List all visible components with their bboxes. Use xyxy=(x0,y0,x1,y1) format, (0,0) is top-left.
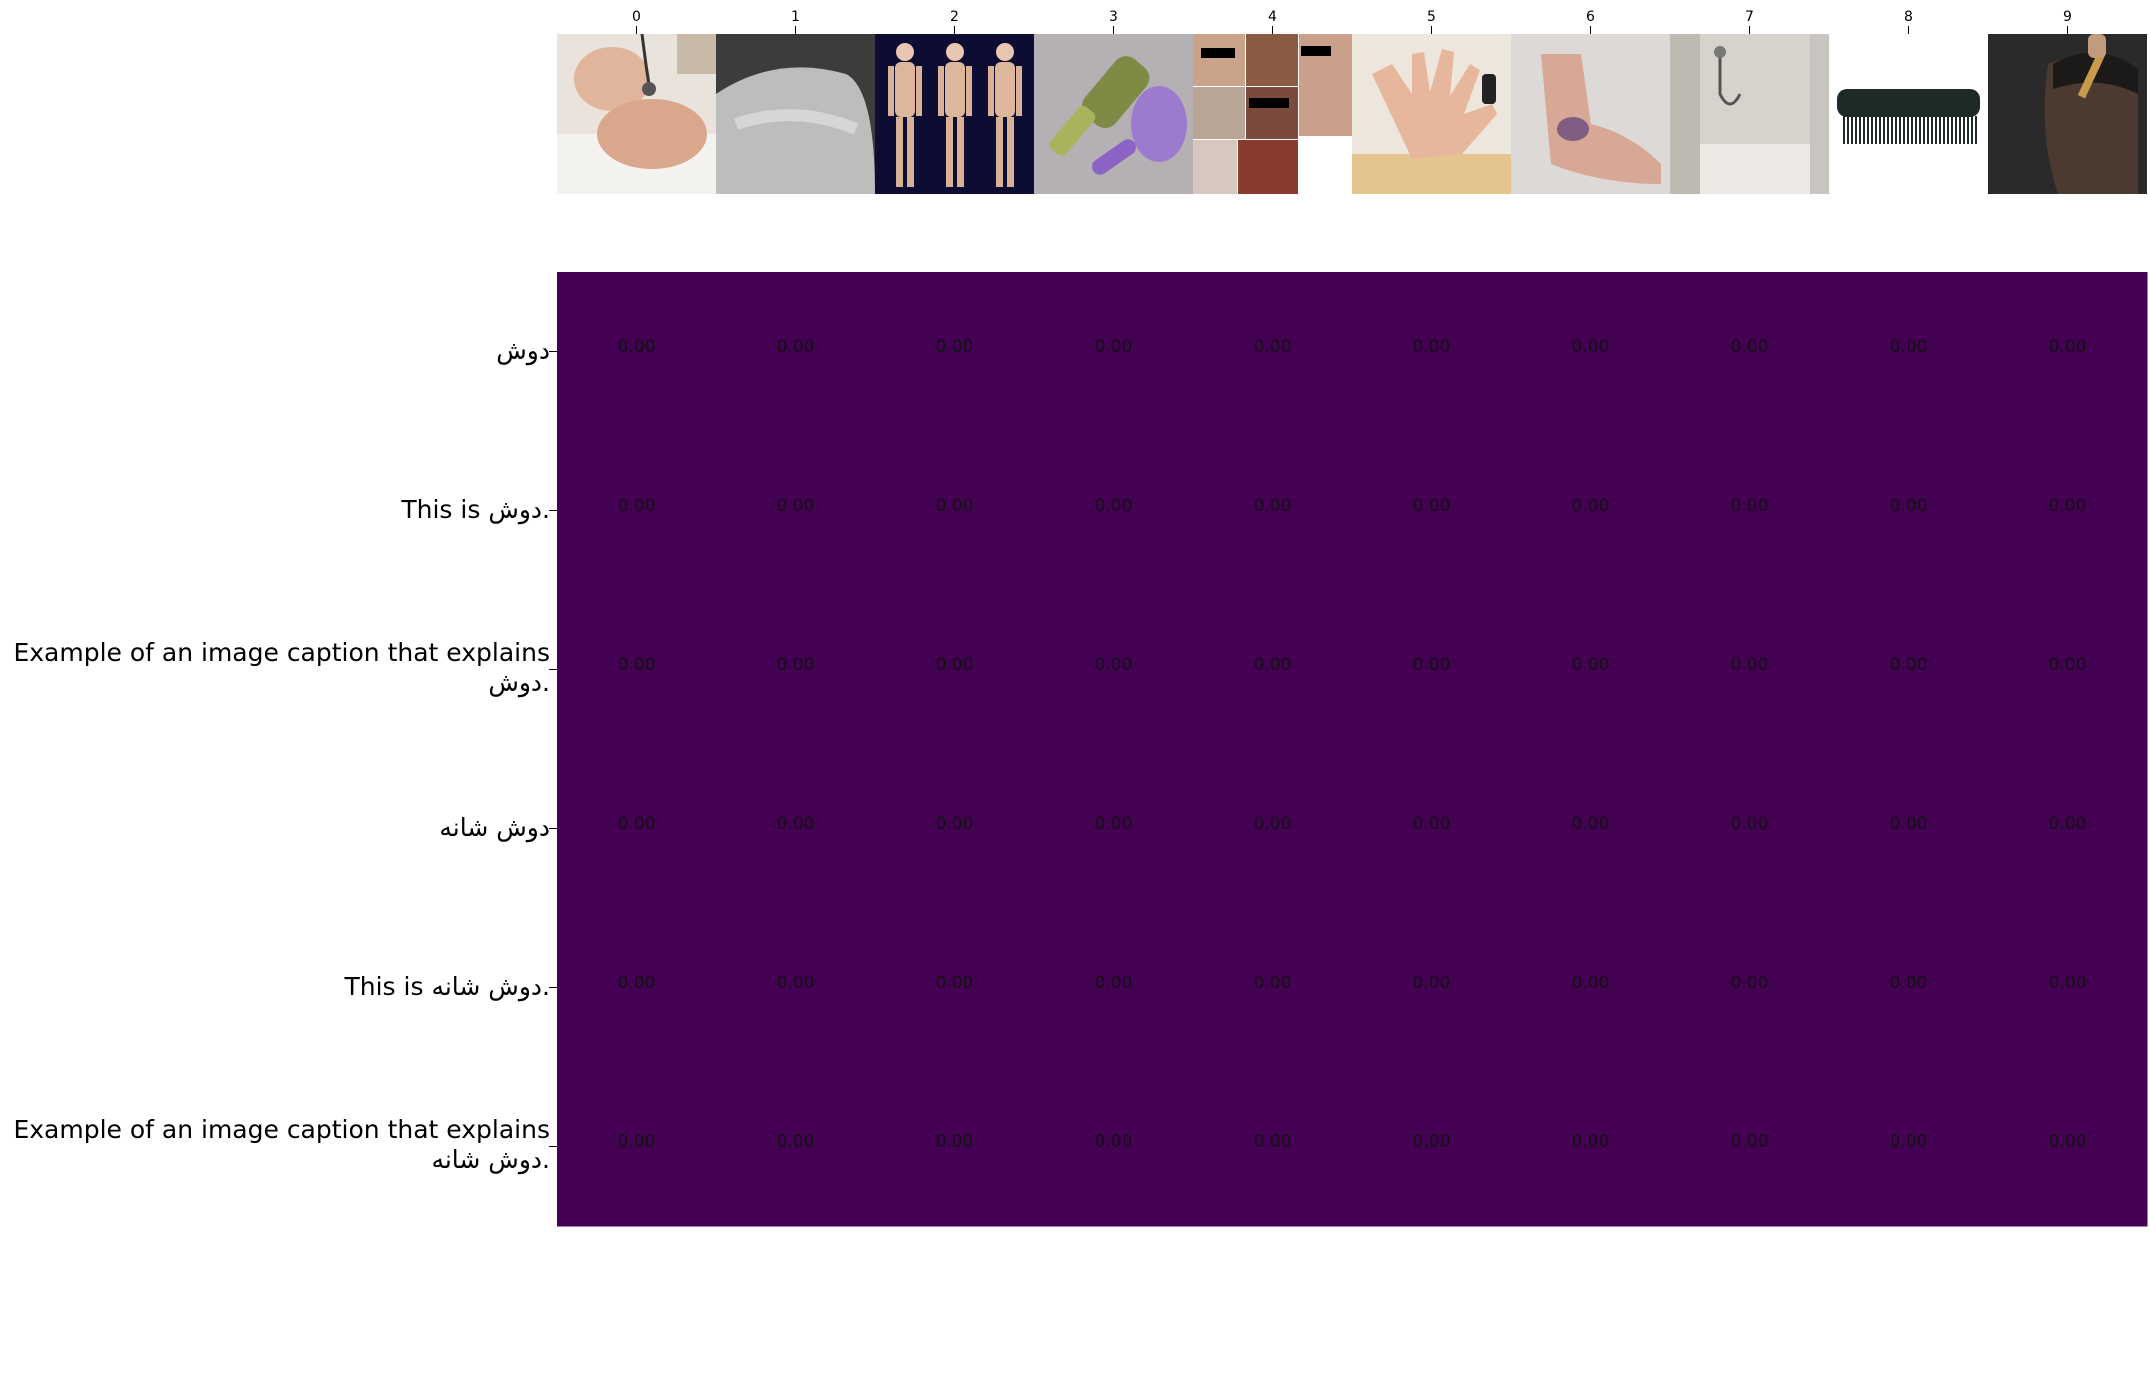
cell-value-label: 0.00 xyxy=(777,655,815,675)
cell-value-label: 0.00 xyxy=(1890,337,1928,357)
cell-value-label: 0.00 xyxy=(1095,655,1133,675)
cell-value-label: 0.00 xyxy=(1413,1132,1451,1152)
cell-value-label: 0.00 xyxy=(1254,496,1292,516)
cell-value-label: 0.00 xyxy=(618,814,656,834)
cell-value-label: 0.00 xyxy=(2049,973,2087,993)
shower-stall-picture xyxy=(1670,34,1829,194)
cell-value-label: 0.00 xyxy=(1890,655,1928,675)
open-palm-hand-picture xyxy=(1352,34,1511,194)
x-tick-label: 7 xyxy=(1745,9,1754,25)
cell-value-label: 0.00 xyxy=(1572,814,1610,834)
x-tick-label: 8 xyxy=(1904,9,1913,25)
cell-value-label: 0.00 xyxy=(1890,496,1928,516)
cell-value-label: 0.00 xyxy=(1572,337,1610,357)
cell-value-label: 0.00 xyxy=(1572,496,1610,516)
cell-value-label: 0.00 xyxy=(618,973,656,993)
hair-brushes-picture xyxy=(1034,34,1193,194)
cell-value-label: 0.00 xyxy=(1413,655,1451,675)
cell-value-label: 0.00 xyxy=(2049,337,2087,357)
cell-value-label: 0.00 xyxy=(1731,655,1769,675)
black-comb-picture xyxy=(1829,34,1988,194)
cell-value-label: 0.00 xyxy=(936,337,974,357)
cell-value-label: 0.00 xyxy=(2049,1132,2087,1152)
cell-value-label: 0.00 xyxy=(936,655,974,675)
x-tick-label: 9 xyxy=(2063,9,2072,25)
cell-value-label: 0.00 xyxy=(1095,814,1133,834)
cell-value-label: 0.00 xyxy=(936,814,974,834)
column-image-bare-shoulder-grayscale xyxy=(716,34,875,194)
y-tick-label: This is دوش شانه. xyxy=(344,971,550,1001)
medical-photo-collage-picture xyxy=(1193,34,1352,194)
cell-value-label: 0.00 xyxy=(777,973,815,993)
cell-value-label: 0.00 xyxy=(1731,1132,1769,1152)
newborn-baby-with-stethoscope-picture xyxy=(557,34,716,194)
x-tick-label: 2 xyxy=(950,9,959,25)
column-image-bruised-foot xyxy=(1511,34,1670,194)
cell-value-label: 0.00 xyxy=(1731,814,1769,834)
cell-value-label: 0.00 xyxy=(777,337,815,357)
cell-value-label: 0.00 xyxy=(618,1132,656,1152)
cell-value-label: 0.00 xyxy=(618,496,656,516)
cell-value-label: 0.00 xyxy=(777,1132,815,1152)
column-image-open-palm-hand xyxy=(1352,34,1511,194)
cell-value-label: 0.00 xyxy=(618,655,656,675)
column-image-shower-stall xyxy=(1670,34,1829,194)
y-tick-label: دوش شانه xyxy=(439,812,550,842)
x-tick-label: 6 xyxy=(1586,9,1595,25)
bruised-foot-picture xyxy=(1511,34,1670,194)
column-image-man-combing-hair xyxy=(1988,34,2147,194)
x-tick-label: 3 xyxy=(1109,9,1118,25)
cell-value-label: 0.00 xyxy=(1890,1132,1928,1152)
cell-value-label: 0.00 xyxy=(936,973,974,993)
column-image-hair-brushes xyxy=(1034,34,1193,194)
cell-value-label: 0.00 xyxy=(1095,1132,1133,1152)
cell-value-label: 0.00 xyxy=(1413,496,1451,516)
cell-value-label: 0.00 xyxy=(1254,1132,1292,1152)
column-image-medical-photo-collage xyxy=(1193,34,1352,194)
cell-value-label: 0.00 xyxy=(1731,337,1769,357)
cell-value-label: 0.00 xyxy=(1254,337,1292,357)
heatmap-figure: 0.00 0.00 0.00 0.00 0.00 0.00 0.00 0.00 0.00 0.00… xyxy=(0,0,2150,1390)
cell-value-label: 0.00 xyxy=(1413,337,1451,357)
y-tick-label: Example of an image caption that explain… xyxy=(13,1114,550,1174)
cell-value-label: 0.00 xyxy=(1095,973,1133,993)
x-tick-label: 0 xyxy=(632,9,641,25)
cell-value-label: 0.00 xyxy=(777,814,815,834)
cell-value-label: 0.00 xyxy=(1095,337,1133,357)
cell-value-label: 0.00 xyxy=(1890,973,1928,993)
cell-value-label: 0.00 xyxy=(1572,655,1610,675)
cell-value-label: 0.00 xyxy=(936,1132,974,1152)
x-tick-label: 5 xyxy=(1427,9,1436,25)
cell-value-label: 0.00 xyxy=(1572,973,1610,993)
bare-shoulder-grayscale-picture xyxy=(716,34,875,194)
y-tick-label: دوش xyxy=(496,335,550,365)
column-image-black-comb xyxy=(1829,34,1988,194)
x-tick-label: 4 xyxy=(1268,9,1277,25)
cell-value-label: 0.00 xyxy=(777,496,815,516)
cell-value-label: 0.00 xyxy=(936,496,974,516)
cell-value-label: 0.00 xyxy=(2049,655,2087,675)
cell-value-label: 0.00 xyxy=(1254,814,1292,834)
cell-value-label: 0.00 xyxy=(2049,814,2087,834)
cell-value-label: 0.00 xyxy=(1890,814,1928,834)
skeleton-anatomy-figures-picture xyxy=(875,34,1034,194)
cell-value-label: 0.00 xyxy=(2049,496,2087,516)
cell-value-label: 0.00 xyxy=(1731,973,1769,993)
column-image-newborn-baby-with-stethoscope xyxy=(557,34,716,194)
y-tick-label: This is دوش. xyxy=(401,494,550,524)
cell-value-label: 0.00 xyxy=(1731,496,1769,516)
cell-value-label: 0.00 xyxy=(1413,814,1451,834)
x-tick-label: 1 xyxy=(791,9,800,25)
column-image-skeleton-anatomy-figures xyxy=(875,34,1034,194)
y-tick-label: Example of an image caption that explain… xyxy=(13,637,550,697)
cell-value-label: 0.00 xyxy=(618,337,656,357)
cell-value-label: 0.00 xyxy=(1254,655,1292,675)
cell-value-label: 0.00 xyxy=(1095,496,1133,516)
man-combing-hair-picture xyxy=(1988,34,2147,194)
cell-value-label: 0.00 xyxy=(1413,973,1451,993)
cell-value-label: 0.00 xyxy=(1572,1132,1610,1152)
cell-value-label: 0.00 xyxy=(1254,973,1292,993)
